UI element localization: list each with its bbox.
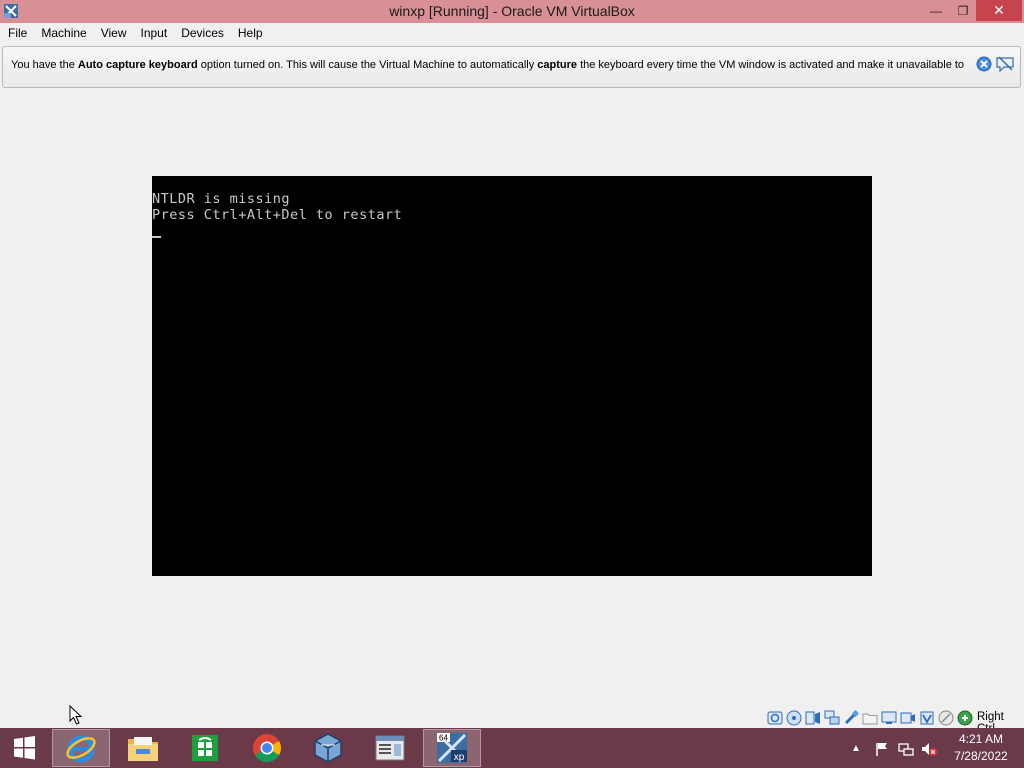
network-tray-icon[interactable]	[898, 741, 914, 757]
notice-text-part: option turned on. This will cause the Vi…	[197, 59, 538, 71]
mouse-integration-icon[interactable]	[938, 710, 954, 726]
menu-help[interactable]: Help	[231, 23, 270, 44]
taskbar-app-winxp-vm[interactable]: 64 xp	[423, 729, 481, 767]
title-bar[interactable]: winxp [Running] - Oracle VM VirtualBox —…	[0, 0, 1024, 23]
chrome-icon	[253, 734, 281, 762]
text-cursor	[152, 236, 161, 238]
document-app-icon	[375, 735, 405, 761]
mouse-pointer-icon	[69, 705, 83, 725]
notice-bold-part: capture	[537, 59, 578, 71]
menu-machine[interactable]: Machine	[34, 23, 93, 44]
vm-status-bar	[767, 709, 976, 727]
display-icon[interactable]	[881, 710, 897, 726]
windows-start-icon[interactable]	[4, 732, 44, 764]
menu-view[interactable]: View	[94, 23, 134, 44]
menu-devices[interactable]: Devices	[174, 23, 231, 44]
notice-text-part: the keyboard every time the VM window is…	[577, 59, 965, 71]
hard-disk-icon[interactable]	[767, 710, 783, 726]
vm-display[interactable]: NTLDR is missing Press Ctrl+Alt+Del to r…	[152, 176, 872, 576]
notice-bold-part: Auto capture keyboard	[77, 59, 198, 71]
taskbar-app-store[interactable]	[176, 729, 234, 767]
taskbar-app-chrome[interactable]	[238, 729, 296, 767]
window-title: winxp [Running] - Oracle VM VirtualBox	[389, 3, 635, 19]
action-center-flag-icon[interactable]	[874, 741, 890, 757]
store-icon	[192, 735, 218, 761]
notice-close-icon[interactable]	[976, 56, 992, 72]
usb-icon[interactable]	[843, 710, 859, 726]
clock-date: 7/28/2022	[954, 749, 1008, 763]
system-clock[interactable]: 4:21 AM 7/28/2022	[950, 731, 1012, 765]
taskbar-app-ie[interactable]	[52, 729, 110, 767]
menu-file[interactable]: File	[0, 23, 34, 44]
clock-time: 4:21 AM	[958, 732, 1004, 746]
virtualbox-icon	[314, 733, 342, 763]
restore-button[interactable]: ❐	[950, 0, 976, 21]
internet-explorer-icon	[66, 735, 96, 763]
console-line: Press Ctrl+Alt+Del to restart	[152, 207, 403, 223]
taskbar-app-document[interactable]	[361, 729, 419, 767]
taskbar-app-virtualbox[interactable]	[299, 729, 357, 767]
audio-icon[interactable]	[805, 710, 821, 726]
menu-input[interactable]: Input	[134, 23, 175, 44]
vm-badge-64: 64	[439, 734, 448, 743]
notice-text-part: You have the	[11, 59, 78, 71]
cpu-icon[interactable]	[919, 710, 935, 726]
console-line: NTLDR is missing	[152, 191, 291, 207]
notice-message: You have the Auto capture keyboard optio…	[11, 59, 973, 71]
optical-drive-icon[interactable]	[786, 710, 802, 726]
auto-capture-notice: You have the Auto capture keyboard optio…	[2, 46, 1021, 88]
volume-muted-icon[interactable]	[921, 741, 937, 757]
vm-badge-xp: xp	[454, 752, 465, 763]
winxp-vm-icon: 64 xp	[437, 733, 467, 763]
host-key-icon[interactable]	[957, 710, 973, 726]
menu-bar: File Machine View Input Devices Help	[0, 23, 1024, 44]
show-hidden-icons-button[interactable]: ▲	[851, 738, 861, 758]
minimize-button[interactable]: —	[922, 0, 950, 21]
close-button[interactable]: ✕	[976, 0, 1022, 21]
taskbar-app-explorer[interactable]	[114, 729, 172, 767]
network-icon[interactable]	[824, 710, 840, 726]
taskbar: 64 xp	[0, 728, 1024, 768]
notice-suppress-icon[interactable]	[995, 55, 1015, 73]
file-explorer-icon	[128, 737, 158, 761]
shared-folders-icon[interactable]	[862, 710, 878, 726]
video-capture-icon[interactable]	[900, 710, 916, 726]
